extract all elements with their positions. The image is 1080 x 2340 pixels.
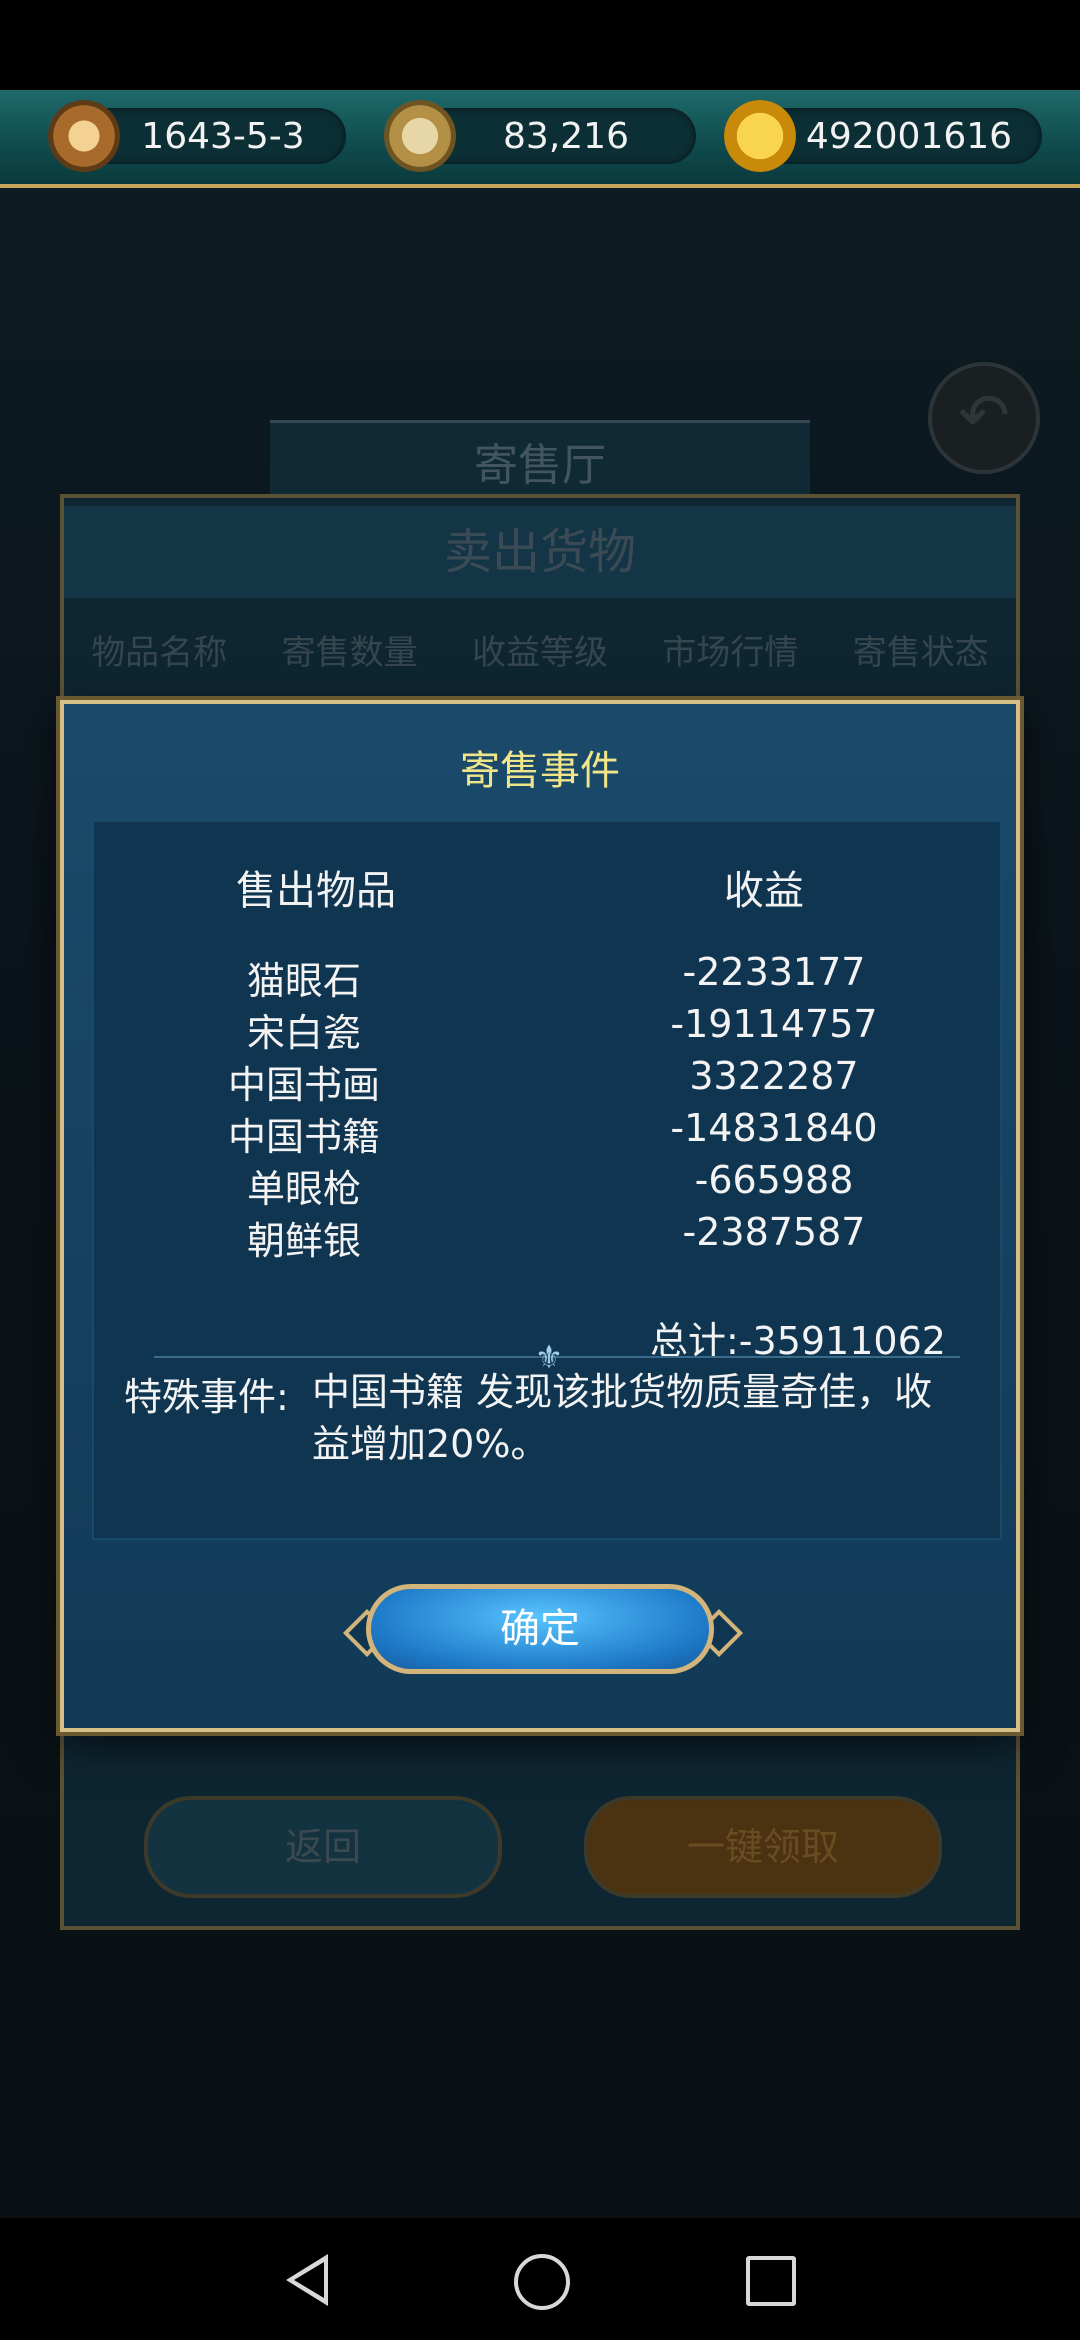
- date-value: 1643-5-3: [141, 116, 305, 157]
- list-item: 朝鲜银 -2387587: [94, 1210, 1000, 1263]
- list-item: 猫眼石 -2233177: [94, 950, 1000, 1003]
- system-nav-bar: [0, 2218, 1080, 2340]
- list-item: 单眼枪 -665988: [94, 1158, 1000, 1211]
- hall-title-text: 寄售厅: [474, 440, 606, 491]
- nav-home-icon[interactable]: [514, 2254, 570, 2310]
- item-name: 宋白瓷: [246, 1011, 361, 1055]
- resource-bar: 1643-5-3 83,216 492001616: [0, 90, 1080, 188]
- special-event-label: 特殊事件:: [124, 1375, 289, 1419]
- gold-resource: 492001616: [724, 100, 1042, 172]
- item-name: 朝鲜银: [246, 1219, 361, 1263]
- collect-all-button[interactable]: 一键领取: [584, 1796, 942, 1898]
- item-profit: -19114757: [670, 1002, 878, 1046]
- consignment-event-dialog: 寄售事件 售出物品 收益 猫眼石 -2233177 宋白瓷 -19114757 …: [60, 700, 1020, 1732]
- panel-buttons: 返回 一键领取: [64, 1796, 1016, 1906]
- nav-recents-icon[interactable]: [746, 2256, 796, 2306]
- sales-summary: 售出物品 收益 猫眼石 -2233177 宋白瓷 -19114757 中国书画 …: [92, 820, 1002, 1540]
- item-name: 单眼枪: [246, 1167, 361, 1211]
- col-status: 寄售状态: [852, 633, 989, 673]
- item-profit: -2233177: [682, 950, 866, 994]
- item-name: 猫眼石: [246, 959, 361, 1003]
- item-profit: -14831840: [670, 1106, 878, 1150]
- item-name: 中国书籍: [227, 1115, 380, 1159]
- special-event-text: 中国书籍 发现该批货物质量奇佳，收益增加20%。: [312, 1370, 933, 1466]
- back-arrow-icon[interactable]: ↶: [928, 362, 1040, 474]
- compass-resource: 83,216: [384, 100, 696, 172]
- frame-corner: [60, 700, 98, 738]
- col-quantity: 寄售数量: [281, 633, 418, 673]
- status-bar: [0, 0, 1080, 90]
- frame-corner: [982, 700, 1020, 738]
- item-profit: -665988: [694, 1158, 854, 1202]
- compass-value: 83,216: [503, 116, 629, 157]
- frame-corner: [982, 1694, 1020, 1732]
- item-name: 中国书画: [227, 1063, 380, 1107]
- sell-panel-title: 卖出货物: [64, 506, 1016, 598]
- list-item: 中国书画 3322287: [94, 1054, 1000, 1107]
- gold-value: 492001616: [805, 116, 1013, 157]
- col-item-name: 物品名称: [91, 633, 228, 673]
- return-button[interactable]: 返回: [144, 1796, 502, 1898]
- col-market: 市场行情: [662, 633, 799, 673]
- col-profit-level: 收益等级: [471, 633, 608, 673]
- column-headers: 物品名称 寄售数量 收益等级 市场行情 寄售状态: [64, 618, 1016, 688]
- list-item: 中国书籍 -14831840: [94, 1106, 1000, 1159]
- dialog-title: 寄售事件: [460, 748, 620, 794]
- frame-corner: [60, 1694, 98, 1732]
- list-item: 宋白瓷 -19114757: [94, 1002, 1000, 1055]
- nav-back-icon[interactable]: [286, 2254, 328, 2306]
- header-sold-items: 售出物品: [236, 868, 396, 914]
- date-resource: 1643-5-3: [48, 100, 346, 172]
- confirm-button[interactable]: 确定: [366, 1584, 714, 1674]
- item-profit: -2387587: [682, 1210, 866, 1254]
- item-profit: 3322287: [689, 1054, 859, 1098]
- header-profit: 收益: [724, 868, 804, 914]
